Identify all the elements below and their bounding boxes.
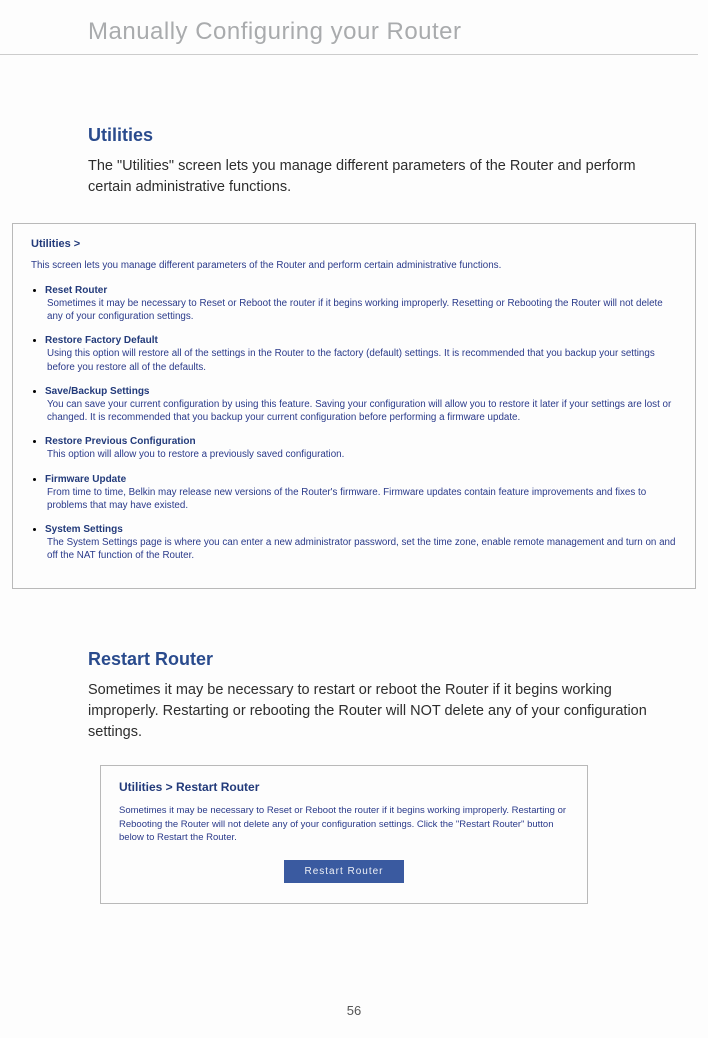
utilities-heading: Utilities <box>88 125 658 146</box>
utilities-item-desc: From time to time, Belkin may release ne… <box>47 486 681 512</box>
utilities-item-desc: Using this option will restore all of th… <box>47 347 681 373</box>
restart-screenshot-box: Utilities > Restart Router Sometimes it … <box>100 765 588 904</box>
restart-box-title: Utilities > Restart Router <box>119 780 569 794</box>
utilities-item-desc: You can save your current configuration … <box>47 398 681 424</box>
utilities-item-desc: This option will allow you to restore a … <box>47 448 681 461</box>
restart-section: Restart Router Sometimes it may be neces… <box>0 649 708 904</box>
utilities-item-desc: The System Settings page is where you ca… <box>47 536 681 562</box>
utilities-item: System Settings The System Settings page… <box>45 524 681 562</box>
utilities-item-desc: Sometimes it may be necessary to Reset o… <box>47 297 681 323</box>
restart-box-desc: Sometimes it may be necessary to Reset o… <box>119 804 569 844</box>
utilities-item: Firmware Update From time to time, Belki… <box>45 474 681 512</box>
page-number: 56 <box>0 1003 708 1018</box>
utilities-item-title[interactable]: Firmware Update <box>45 474 681 485</box>
utilities-item-title[interactable]: Restore Factory Default <box>45 335 681 346</box>
utilities-screenshot-box: Utilities > This screen lets you manage … <box>12 223 696 589</box>
page-header: Manually Configuring your Router <box>0 0 698 55</box>
utilities-item: Restore Factory Default Using this optio… <box>45 335 681 373</box>
utilities-section: Utilities The "Utilities" screen lets yo… <box>0 125 708 198</box>
utilities-box-intro: This screen lets you manage different pa… <box>31 260 681 271</box>
utilities-body: The "Utilities" screen lets you manage d… <box>88 156 658 198</box>
utilities-item-title[interactable]: Save/Backup Settings <box>45 386 681 397</box>
restart-body: Sometimes it may be necessary to restart… <box>88 680 658 743</box>
utilities-items-list: Reset Router Sometimes it may be necessa… <box>31 285 681 562</box>
restart-router-button[interactable]: Restart Router <box>284 860 403 883</box>
utilities-item-title[interactable]: Restore Previous Configuration <box>45 436 681 447</box>
utilities-item-title[interactable]: Reset Router <box>45 285 681 296</box>
utilities-item-title[interactable]: System Settings <box>45 524 681 535</box>
utilities-item: Save/Backup Settings You can save your c… <box>45 386 681 424</box>
restart-heading: Restart Router <box>88 649 658 670</box>
utilities-box-title: Utilities > <box>31 238 681 250</box>
utilities-item: Restore Previous Configuration This opti… <box>45 436 681 461</box>
utilities-item: Reset Router Sometimes it may be necessa… <box>45 285 681 323</box>
